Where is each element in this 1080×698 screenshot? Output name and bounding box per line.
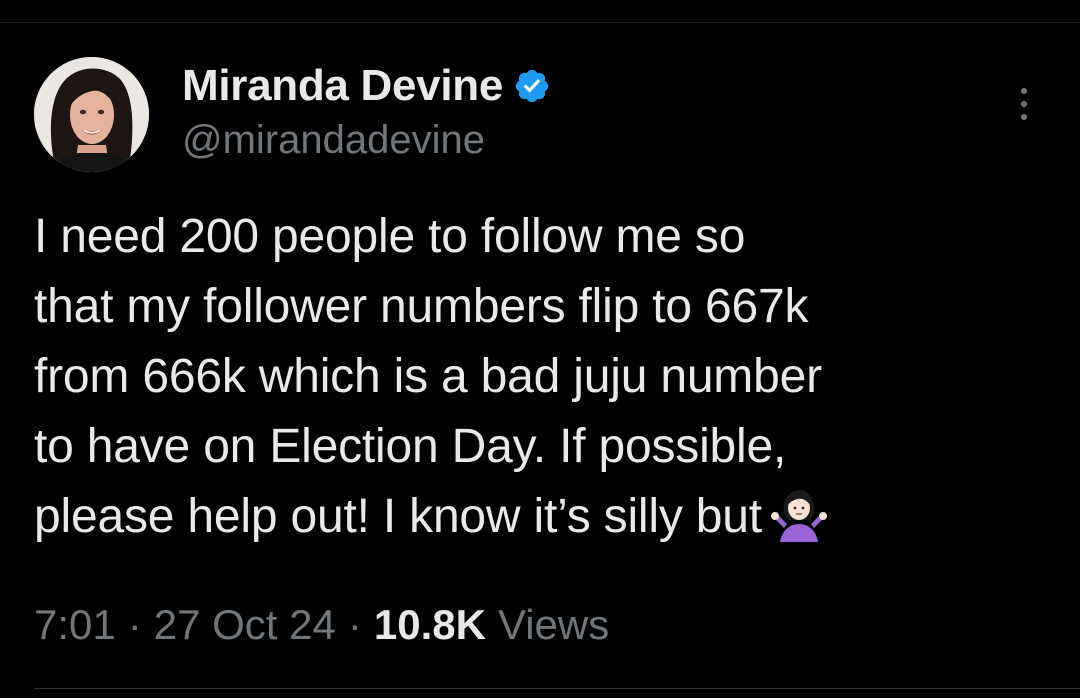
top-divider (0, 22, 1080, 23)
more-dot (1021, 114, 1027, 120)
views-count: 10.8K (373, 601, 486, 648)
meta-separator: · (127, 601, 142, 648)
views-label: Views (497, 601, 610, 648)
tweet-line: from 666k which is a bad juju number (34, 350, 822, 403)
tweet-line: that my follower numbers flip to 667k (34, 280, 809, 333)
profile-photo (34, 57, 149, 172)
tweet-line: please help out! I know it’s silly but (34, 490, 762, 543)
tweet-text: I need 200 people to follow me so that m… (34, 202, 1054, 552)
more-options-icon[interactable] (1006, 80, 1042, 128)
author-name-row: Miranda Devine (182, 60, 551, 112)
more-dot (1021, 101, 1027, 107)
tweet-last-line: please help out! I know it’s silly but (34, 482, 1054, 552)
avatar[interactable] (34, 57, 149, 172)
tweet-time[interactable]: 7:01 (34, 601, 116, 649)
tweet-line: I need 200 people to follow me so (34, 210, 746, 263)
author-display-name[interactable]: Miranda Devine (182, 61, 503, 111)
more-dot (1021, 88, 1027, 94)
tweet-line: to have on Election Day. If possible, (34, 420, 787, 473)
tweet-date[interactable]: 27 Oct 24 (154, 601, 336, 649)
tweet-meta: 7:01 · 27 Oct 24 · 10.8K Views (34, 598, 609, 652)
person-shrugging-emoji (770, 484, 828, 542)
author-handle[interactable]: @mirandadevine (182, 118, 485, 163)
bottom-divider (34, 688, 1080, 689)
meta-separator: · (347, 601, 362, 648)
verified-badge-icon (513, 67, 551, 105)
